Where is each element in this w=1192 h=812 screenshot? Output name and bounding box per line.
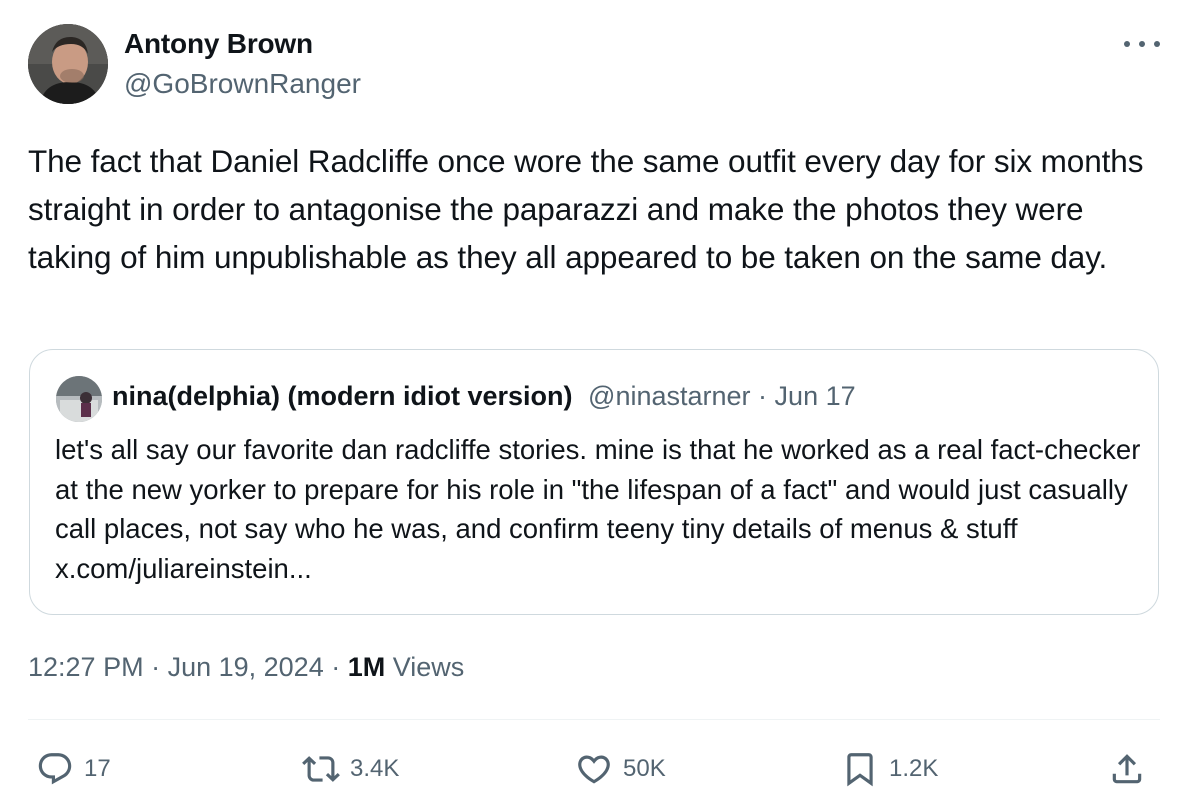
bookmark-icon [847,753,873,787]
share-button[interactable] [1108,746,1146,792]
tweet-meta: 12:27 PM · Jun 19, 2024 · 1M Views [28,652,464,683]
avatar-photo [28,24,108,104]
author-avatar[interactable] [28,24,108,104]
tweet: Antony Brown @GoBrownRanger The fact tha… [0,0,1192,812]
more-dot [1154,41,1160,47]
author-name[interactable]: Antony Brown [124,28,313,60]
like-button[interactable]: 50K [575,746,666,792]
views-label: Views [385,652,465,682]
quoted-author-name[interactable]: nina(delphia) (modern idiot version) [112,381,573,411]
author-handle[interactable]: @GoBrownRanger [124,68,361,100]
reply-count: 17 [84,755,111,782]
bookmark-button[interactable]: 1.2K [841,746,938,792]
tweet-text: The fact that Daniel Radcliffe once wore… [28,143,1144,275]
meta-separator: · [143,652,168,682]
views-count: 1M [347,652,386,682]
quoted-text: let's all say our favorite dan radcliffe… [55,434,1141,584]
heart-icon [578,755,610,784]
quoted-avatar[interactable] [56,376,102,422]
repost-button[interactable]: 3.4K [302,746,399,792]
quoted-date[interactable]: Jun 17 [775,381,856,411]
share-icon [1112,754,1142,784]
meta-separator: · [323,652,348,682]
tweet-date[interactable]: Jun 19, 2024 [168,652,324,682]
more-dot [1124,41,1130,47]
bookmark-count: 1.2K [889,755,939,782]
like-count: 50K [623,755,666,782]
repost-count: 3.4K [350,755,400,782]
divider [28,719,1160,720]
more-dot [1139,41,1145,47]
reply-button[interactable]: 17 [36,746,111,792]
quoted-tweet[interactable]: nina(delphia) (modern idiot version) @ni… [29,349,1159,615]
quoted-header: nina(delphia) (modern idiot version) @ni… [112,381,856,412]
more-horizontal-icon[interactable] [1124,34,1160,54]
quoted-avatar-photo [56,376,102,422]
quoted-separator: · [750,381,775,411]
quoted-author-handle[interactable]: @ninastarner [588,381,751,411]
repost-icon [302,756,340,782]
reply-icon [38,753,72,785]
tweet-time[interactable]: 12:27 PM [28,652,144,682]
